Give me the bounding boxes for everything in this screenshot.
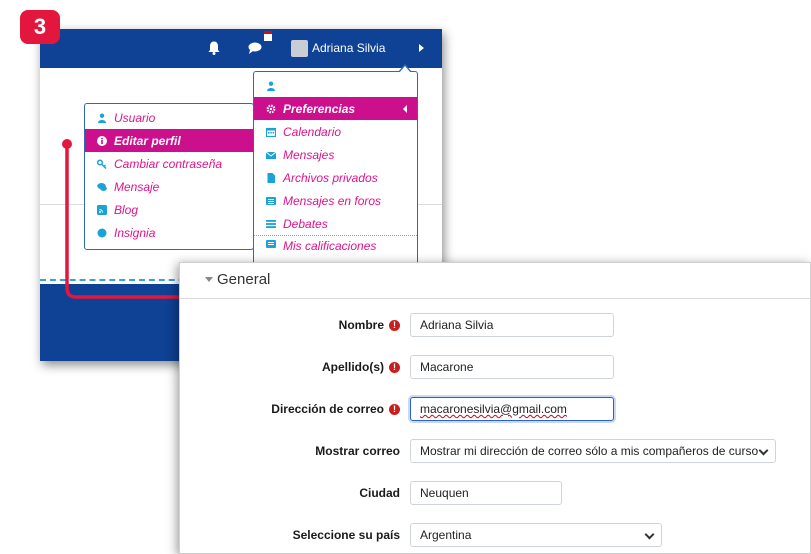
field-value: Adriana Silvia	[420, 318, 494, 332]
pais-select[interactable]: Argentina	[410, 523, 662, 547]
chevron-down-icon	[644, 529, 655, 540]
field-label-text: Ciudad	[359, 486, 400, 500]
label-apellidos: Apellido(s) !	[322, 360, 400, 374]
label-mostrar-correo: Mostrar correo	[315, 444, 400, 458]
email-input[interactable]: macaronesilvia@gmail.com	[410, 397, 614, 421]
mostrar-correo-select[interactable]: Mostrar mi dirección de correo sólo a mi…	[410, 439, 776, 463]
field-value: macaronesilvia@gmail.com	[420, 402, 567, 416]
field-label-text: Apellido(s)	[322, 360, 384, 374]
ciudad-input[interactable]: Neuquen	[410, 481, 562, 505]
required-icon: !	[389, 403, 400, 415]
nombre-input[interactable]: Adriana Silvia	[410, 313, 614, 337]
field-label-text: Seleccione su país	[292, 528, 400, 542]
field-label-text: Mostrar correo	[315, 444, 400, 458]
field-value: Macarone	[420, 360, 474, 374]
required-icon: !	[389, 319, 400, 331]
label-direccion-correo: Dirección de correo !	[271, 402, 400, 416]
edit-profile-form: General Nombre ! Adriana Silvia Apellido…	[179, 262, 811, 554]
section-header-general[interactable]: General	[205, 271, 270, 288]
label-pais: Seleccione su país	[293, 528, 400, 542]
field-value: Argentina	[420, 528, 472, 542]
chevron-down-icon	[758, 445, 769, 456]
field-label-text: Nombre	[338, 318, 384, 332]
divider	[180, 298, 811, 299]
field-value: Mostrar mi dirección de correo sólo a mi…	[420, 444, 759, 458]
section-title: General	[217, 271, 271, 288]
field-label-text: Dirección de correo	[271, 402, 384, 416]
label-ciudad: Ciudad	[359, 486, 400, 500]
required-icon: !	[389, 361, 400, 373]
collapse-caret-icon	[205, 277, 213, 282]
field-value: Neuquen	[420, 486, 469, 500]
step-badge: 3	[20, 10, 60, 44]
apellidos-input[interactable]: Macarone	[410, 355, 614, 379]
label-nombre: Nombre !	[339, 318, 400, 332]
